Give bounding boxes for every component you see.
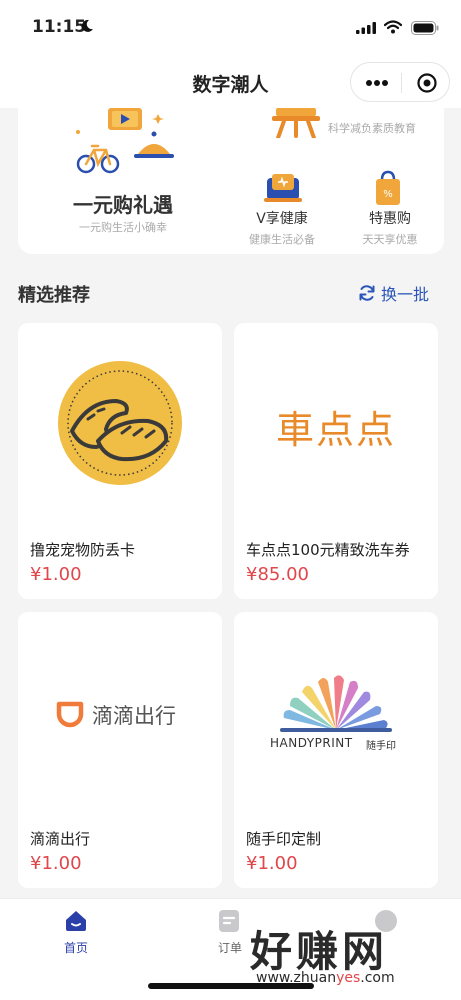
didi-mark-icon	[56, 701, 84, 728]
product-price: ¥1.00	[30, 564, 82, 585]
didi-logo-icon: 滴滴出行	[18, 612, 222, 812]
close-target-icon[interactable]	[417, 73, 437, 93]
watermark: 好赚网 www.zhuanyes.com	[250, 918, 450, 990]
gift-illustration-icon	[76, 108, 174, 174]
svg-text:%: %	[383, 189, 393, 200]
product-name: 随手印定制	[246, 830, 322, 848]
product-price: ¥1.00	[246, 853, 298, 874]
watermark-url-suffix: .com	[360, 970, 395, 986]
handyprint-logo-text: HANDYPRINT	[270, 736, 353, 750]
signal-icon	[356, 22, 376, 34]
promo-title: 一元购礼遇	[73, 193, 173, 217]
product-card[interactable]: 滴滴出行 滴滴出行 ¥1.00	[18, 612, 222, 888]
discount-title: 特惠购	[369, 211, 411, 227]
promo-card: 一元购礼遇 一元购生活小确幸 科学减负素质教育 V享健康 健康生活必备 % 特惠…	[18, 108, 444, 254]
home-indicator	[148, 983, 314, 989]
handyprint-logo-sub: 随手印	[366, 741, 396, 752]
product-card[interactable]: 車点点 车点点100元精致洗车券 ¥85.00	[234, 323, 438, 599]
discount-subtitle: 天天享优惠	[362, 233, 418, 246]
tab-home[interactable]: 首页	[36, 907, 116, 959]
order-icon	[219, 910, 239, 932]
wifi-icon	[384, 20, 402, 34]
didi-logo-text: 滴滴出行	[92, 704, 176, 728]
refresh-button[interactable]: 换一批	[358, 281, 429, 305]
refresh-icon	[359, 285, 375, 301]
health-kit-icon	[264, 174, 302, 202]
chediandian-logo-icon: 車点点	[234, 323, 438, 523]
health-promo[interactable]: V享健康 健康生活必备	[228, 164, 336, 254]
promo-subtitle: 一元购生活小确幸	[79, 221, 167, 234]
education-subtitle: 科学减负素质教育	[328, 122, 416, 135]
handyprint-logo-icon: HANDYPRINT 随手印	[234, 612, 438, 812]
discount-promo[interactable]: % 特惠购 天天享优惠	[336, 164, 444, 254]
navigation-bar: 数字潮人	[0, 58, 461, 108]
mini-program-capsule	[350, 62, 450, 102]
status-bar: 11:15	[0, 0, 461, 58]
health-subtitle: 健康生活必备	[249, 233, 315, 246]
moon-icon	[81, 19, 93, 32]
section-title: 精选推荐	[18, 285, 90, 306]
product-price: ¥85.00	[246, 564, 309, 585]
product-name: 撸宠宠物防丢卡	[30, 541, 136, 559]
chediandian-logo-text: 車点点	[275, 408, 396, 452]
product-name: 车点点100元精致洗车券	[246, 541, 410, 559]
health-title: V享健康	[256, 211, 308, 227]
more-icon[interactable]	[365, 79, 389, 87]
rainbow-fan-icon	[280, 675, 392, 732]
pet-tag-logo-icon	[58, 361, 182, 485]
capsule-divider	[401, 73, 402, 93]
one-yuan-promo[interactable]: 一元购礼遇 一元购生活小确幸	[18, 108, 228, 254]
tab-home-label: 首页	[63, 941, 88, 955]
battery-icon	[411, 21, 439, 35]
product-card[interactable]: 撸宠宠物防丢卡 ¥1.00	[18, 323, 222, 599]
product-card[interactable]: HANDYPRINT 随手印 随手印定制 ¥1.00	[234, 612, 438, 888]
product-price: ¥1.00	[30, 853, 82, 874]
easel-icon	[272, 108, 320, 138]
home-icon	[66, 911, 86, 931]
status-time: 11:15	[32, 17, 87, 37]
shopping-bag-icon: %	[376, 170, 400, 205]
refresh-label: 换一批	[381, 285, 430, 304]
education-promo[interactable]: 科学减负素质教育	[228, 108, 444, 158]
watermark-url-highlight: yes	[336, 970, 361, 986]
product-name: 滴滴出行	[30, 830, 91, 848]
